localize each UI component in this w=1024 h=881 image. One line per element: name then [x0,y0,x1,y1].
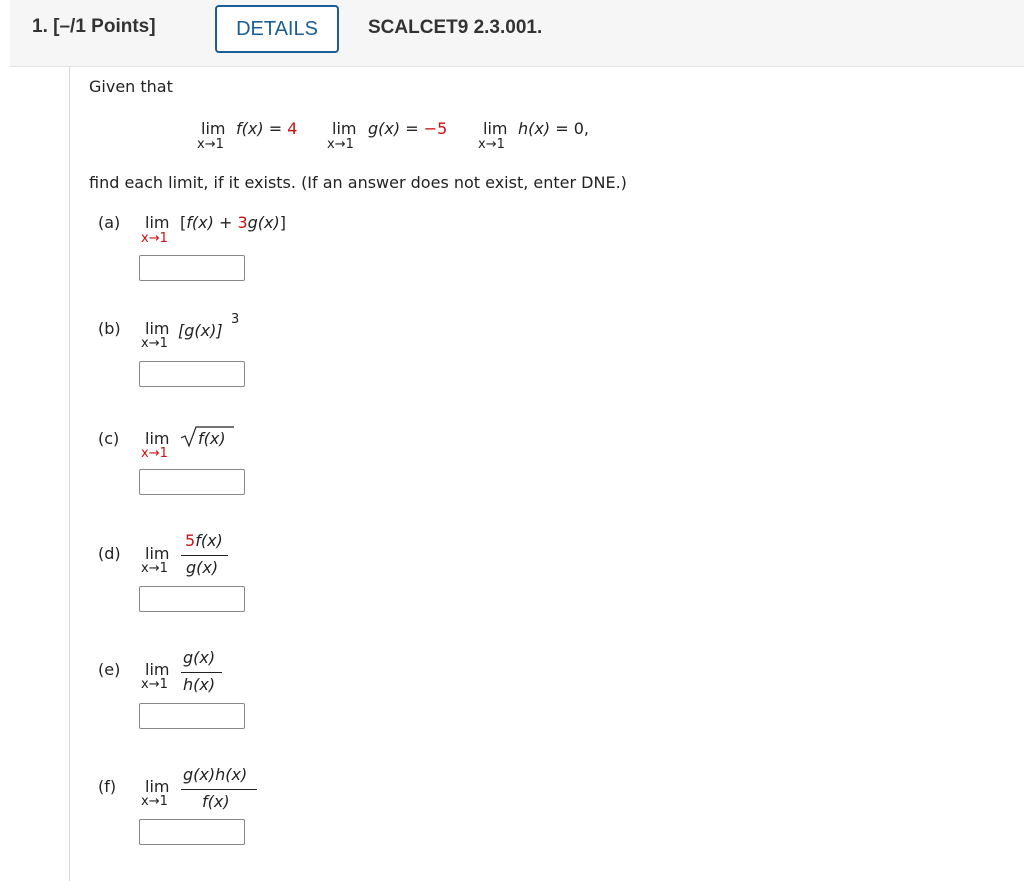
question-id: SCALCET9 2.3.001. [368,17,543,38]
lim-subscript: x→1 [327,137,354,152]
part-a-expression: [f(x) + 3g(x)] [180,213,286,232]
coefficient: 5 [185,531,196,550]
lim-subscript: x→1 [141,561,168,576]
given-text: Given that [89,77,173,96]
lim-label: lim [201,119,226,138]
lim-subscript: x→1 [141,336,168,351]
answer-input-d[interactable] [139,586,245,612]
f-of-x: f(x) [236,119,264,138]
answer-input-c[interactable] [139,469,245,495]
limit-g-value: −5 [423,119,448,138]
denominator: f(x) [202,792,230,811]
numerator: g(x) [183,648,216,667]
equals-sign: = [268,119,283,138]
details-button[interactable]: DETAILS [215,5,339,53]
exponent: 3 [231,312,240,327]
numerator: g(x)h(x) [183,765,248,784]
f-of-x: f(x) [186,213,214,232]
limit-h-value: 0, [573,119,589,138]
part-label: (f) [98,777,117,796]
denominator: h(x) [183,675,216,694]
answer-input-f[interactable] [139,819,245,845]
g-of-x-bracket: [g(x)] [178,321,223,340]
fraction-bar [181,789,257,790]
part-label: (d) [98,544,121,563]
part-label: (e) [98,660,121,679]
lim-label: lim [145,213,170,232]
bracket-close: ] [279,213,286,232]
answer-input-a[interactable] [139,255,245,281]
question-number-points: 1. [–/1 Points] [32,16,156,38]
part-label: (b) [98,319,121,338]
answer-input-b[interactable] [139,361,245,387]
lim-subscript: x→1 [141,231,168,246]
g-of-x: g(x) [368,119,401,138]
lim-subscript: x→1 [141,446,168,461]
lim-subscript: x→1 [197,137,224,152]
part-label: (a) [98,213,121,232]
fraction-bar [181,672,222,673]
lim-label: lim [483,119,508,138]
coefficient: 3 [237,213,248,232]
g-of-x: g(x) [247,213,280,232]
question-number: 1. [32,16,48,37]
plus-sign: + [218,213,233,232]
lim-subscript: x→1 [141,677,168,692]
answer-input-e[interactable] [139,703,245,729]
denominator: g(x) [186,558,219,577]
question-header: 1. [–/1 Points] DETAILS SCALCET9 2.3.001… [10,0,1024,67]
lim-subscript: x→1 [478,137,505,152]
h-of-x: h(x) [518,119,551,138]
content-left-border [69,67,70,881]
fraction-bar [181,555,228,556]
f-of-x: f(x) [195,531,223,550]
lim-subscript: x→1 [141,794,168,809]
lim-label: lim [332,119,357,138]
instructions-text: find each limit, if it exists. (If an an… [89,173,627,192]
equals-sign: = [405,119,419,138]
numerator: 5f(x) [185,531,223,550]
part-label: (c) [98,429,120,448]
limit-f-value: 4 [287,119,298,138]
radicand: f(x) [198,429,226,448]
equals-sign: = [555,119,569,138]
points-label: [–/1 Points] [53,16,156,37]
